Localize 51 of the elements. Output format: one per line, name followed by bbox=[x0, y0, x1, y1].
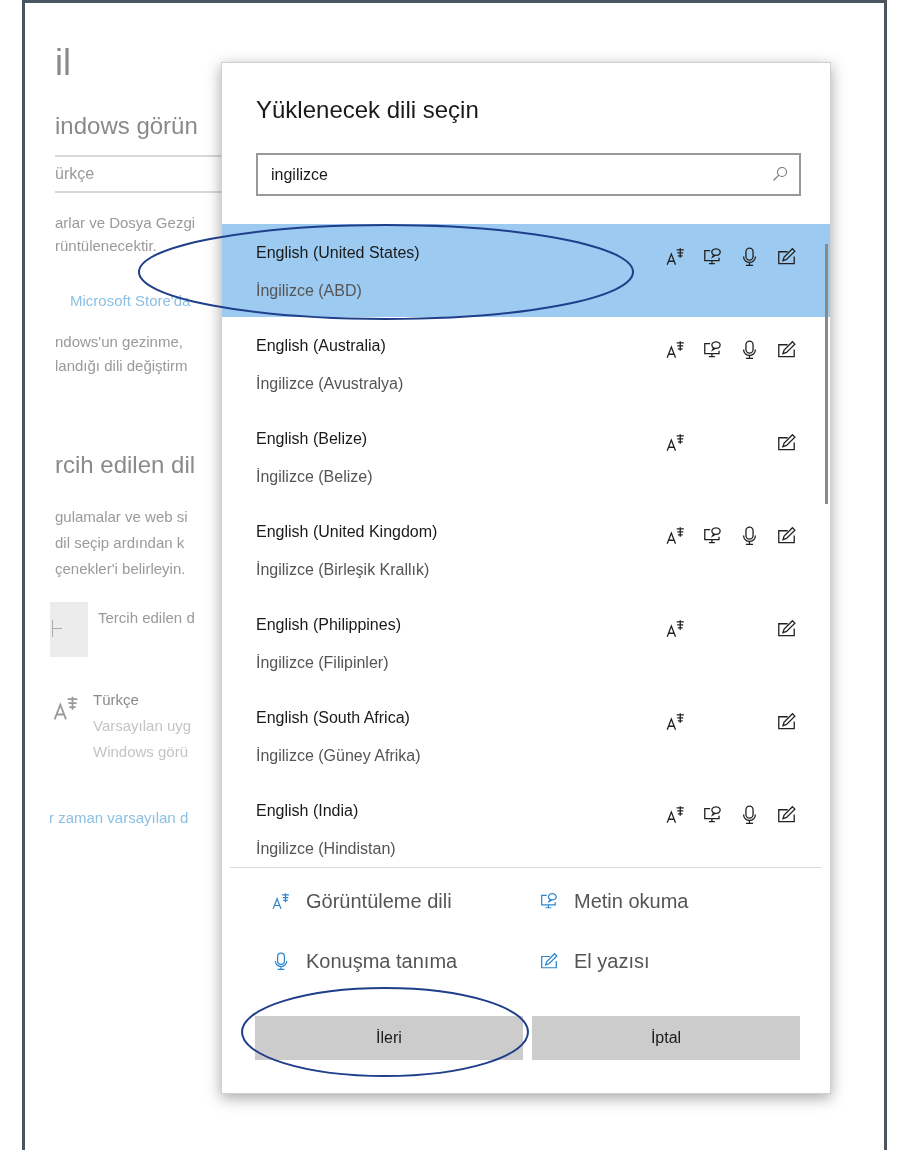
section-heading: rcih edilen dil bbox=[55, 450, 197, 480]
legend-label: Metin okuma bbox=[574, 889, 689, 914]
description-text: rüntülenecektir. bbox=[55, 236, 158, 256]
language-list-item[interactable]: English (Belize) İngilizce (Belize) bbox=[222, 410, 830, 503]
language-native-name: İngilizce (Birleşik Krallık) bbox=[256, 560, 431, 580]
language-name: English (India) bbox=[256, 801, 360, 821]
language-list-item[interactable]: English (India) İngilizce (Hindistan) bbox=[222, 782, 830, 867]
language-name: English (United States) bbox=[256, 243, 421, 263]
language-list-item[interactable]: English (Australia) İngilizce (Avustralya) bbox=[222, 317, 830, 410]
scrollbar[interactable] bbox=[825, 244, 828, 504]
legend-label: Görüntüleme dili bbox=[306, 889, 452, 914]
add-language-button[interactable] bbox=[50, 602, 88, 657]
language-name: English (South Africa) bbox=[256, 708, 411, 728]
description-text: ndows'un gezinme, bbox=[55, 332, 184, 352]
language-name: Türkçe bbox=[93, 690, 140, 710]
search-icon[interactable] bbox=[772, 166, 788, 182]
language-list-item[interactable]: English (Philippines) İngilizce (Filipinler) bbox=[222, 596, 830, 689]
dialog-title: Yüklenecek dili seçin bbox=[256, 95, 480, 125]
language-native-name: İngilizce (Filipinler) bbox=[256, 653, 390, 673]
description-text: dil seçip ardından k bbox=[55, 533, 186, 553]
section-heading: indows görün bbox=[55, 111, 199, 141]
description-text: çenekler'i belirleyin. bbox=[55, 559, 187, 579]
language-detail: Varsayılan uyg bbox=[93, 716, 192, 736]
handwriting-icon bbox=[540, 952, 558, 970]
page-title: il bbox=[55, 43, 72, 83]
language-list-item[interactable]: English (South Africa) İngilizce (Güney Afrika) bbox=[222, 689, 830, 782]
legend-label: El yazısı bbox=[574, 949, 650, 974]
add-language-label: Tercih edilen d bbox=[98, 608, 195, 628]
language-native-name: İngilizce (Avustralya) bbox=[256, 374, 405, 394]
microphone-icon bbox=[272, 952, 290, 970]
display-language-icon bbox=[53, 695, 79, 721]
language-name: English (Belize) bbox=[256, 429, 369, 449]
description-text: arlar ve Dosya Gezgi bbox=[55, 213, 197, 233]
description-text: gulamalar ve web si bbox=[55, 507, 189, 527]
language-list-item[interactable]: English (United Kingdom) İngilizce (Birleşik Krallık) bbox=[222, 503, 830, 596]
language-name: English (Philippines) bbox=[256, 615, 402, 635]
monitor-speech-icon bbox=[540, 892, 558, 910]
language-native-name: İngilizce (Belize) bbox=[256, 467, 374, 487]
display-language-icon bbox=[272, 892, 290, 910]
language-native-name: İngilizce (ABD) bbox=[256, 281, 363, 301]
language-name: English (United Kingdom) bbox=[256, 522, 439, 542]
language-native-name: İngilizce (Hindistan) bbox=[256, 839, 397, 859]
description-text: landığı dili değiştirm bbox=[55, 356, 189, 376]
legend-label: Konuşma tanıma bbox=[306, 949, 458, 974]
dialog-button[interactable]: İptal bbox=[532, 1016, 800, 1060]
language-list-item[interactable]: English (United States) İngilizce (ABD) bbox=[222, 224, 830, 317]
search-field[interactable]: ingilizce bbox=[256, 153, 801, 196]
language-name: English (Australia) bbox=[256, 336, 387, 356]
language-detail: Windows görü bbox=[93, 742, 190, 762]
language-native-name: İngilizce (Güney Afrika) bbox=[256, 746, 422, 766]
dialog-button[interactable]: İleri bbox=[255, 1016, 523, 1060]
